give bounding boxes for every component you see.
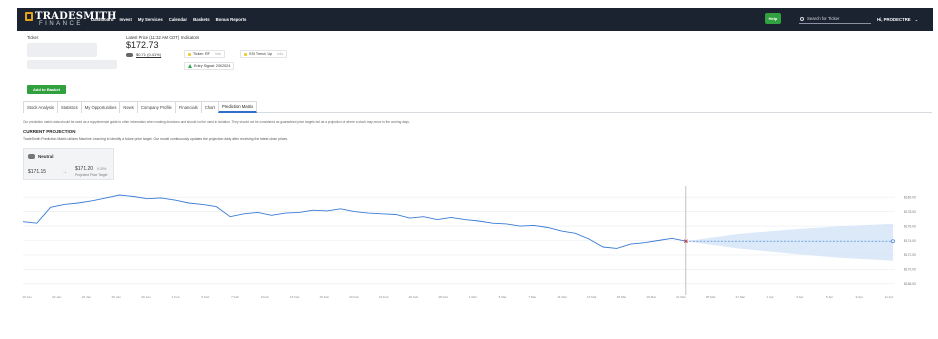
x-tick-label: 19 Jan <box>22 295 32 299</box>
x-tick-label: 1 Mar <box>469 295 477 299</box>
y-tick-label: $174.00 <box>904 239 916 243</box>
x-tick-label: 11 Mar <box>557 295 566 299</box>
x-tick-label: 15 Feb <box>319 295 329 299</box>
x-tick-label: 5 Apr <box>826 295 833 299</box>
projection-endpoint <box>891 239 895 244</box>
x-tick-label: 26 Jan <box>112 295 122 299</box>
x-tick-label: 7 Mar <box>528 295 536 299</box>
y-tick-label: $180.00 <box>904 196 916 200</box>
x-tick-label: 19 Mar <box>646 295 656 299</box>
x-tick-label: 3 Apr <box>796 295 803 299</box>
prediction-chart[interactable]: $168.00 $170.00 $172.00 $174.00 $176.00 $178.… <box>0 0 938 339</box>
x-tick-label: 13 Feb <box>290 295 300 299</box>
y-tick-label: $172.00 <box>904 253 916 257</box>
x-tick-label: 13 Mar <box>587 295 597 299</box>
x-tick-label: 9 Feb <box>261 295 269 299</box>
y-tick-label: $176.00 <box>904 224 916 228</box>
x-tick-label: 27 Mar <box>736 295 746 299</box>
x-tick-label: 20 Feb <box>349 295 359 299</box>
x-tick-label: 5 Feb <box>201 295 209 299</box>
x-tick-label: 7 Feb <box>231 295 239 299</box>
x-tick-label: 1 Apr <box>766 295 773 299</box>
x-tick-label: 9 Apr <box>856 295 863 299</box>
x-tick-label: 11 Apr <box>885 295 894 299</box>
y-tick-label: $178.00 <box>904 210 916 214</box>
x-tick-label: 22 Jan <box>52 295 62 299</box>
y-tick-label: $170.00 <box>904 268 916 272</box>
x-tick-label: 24 Jan <box>82 295 92 299</box>
y-tick-label: $168.00 <box>904 282 916 286</box>
x-tick-label: 1 Feb <box>172 295 180 299</box>
x-tick-label: 30 Jan <box>141 295 151 299</box>
x-tick-label: 25 Mar <box>706 295 716 299</box>
x-tick-label: 21 Mar <box>676 295 686 299</box>
x-tick-label: 15 Mar <box>617 295 627 299</box>
x-tick-label: 28 Feb <box>438 295 448 299</box>
x-tick-label: 22 Feb <box>379 295 389 299</box>
x-tick-label: 26 Feb <box>409 295 419 299</box>
x-tick-label: 5 Mar <box>499 295 507 299</box>
